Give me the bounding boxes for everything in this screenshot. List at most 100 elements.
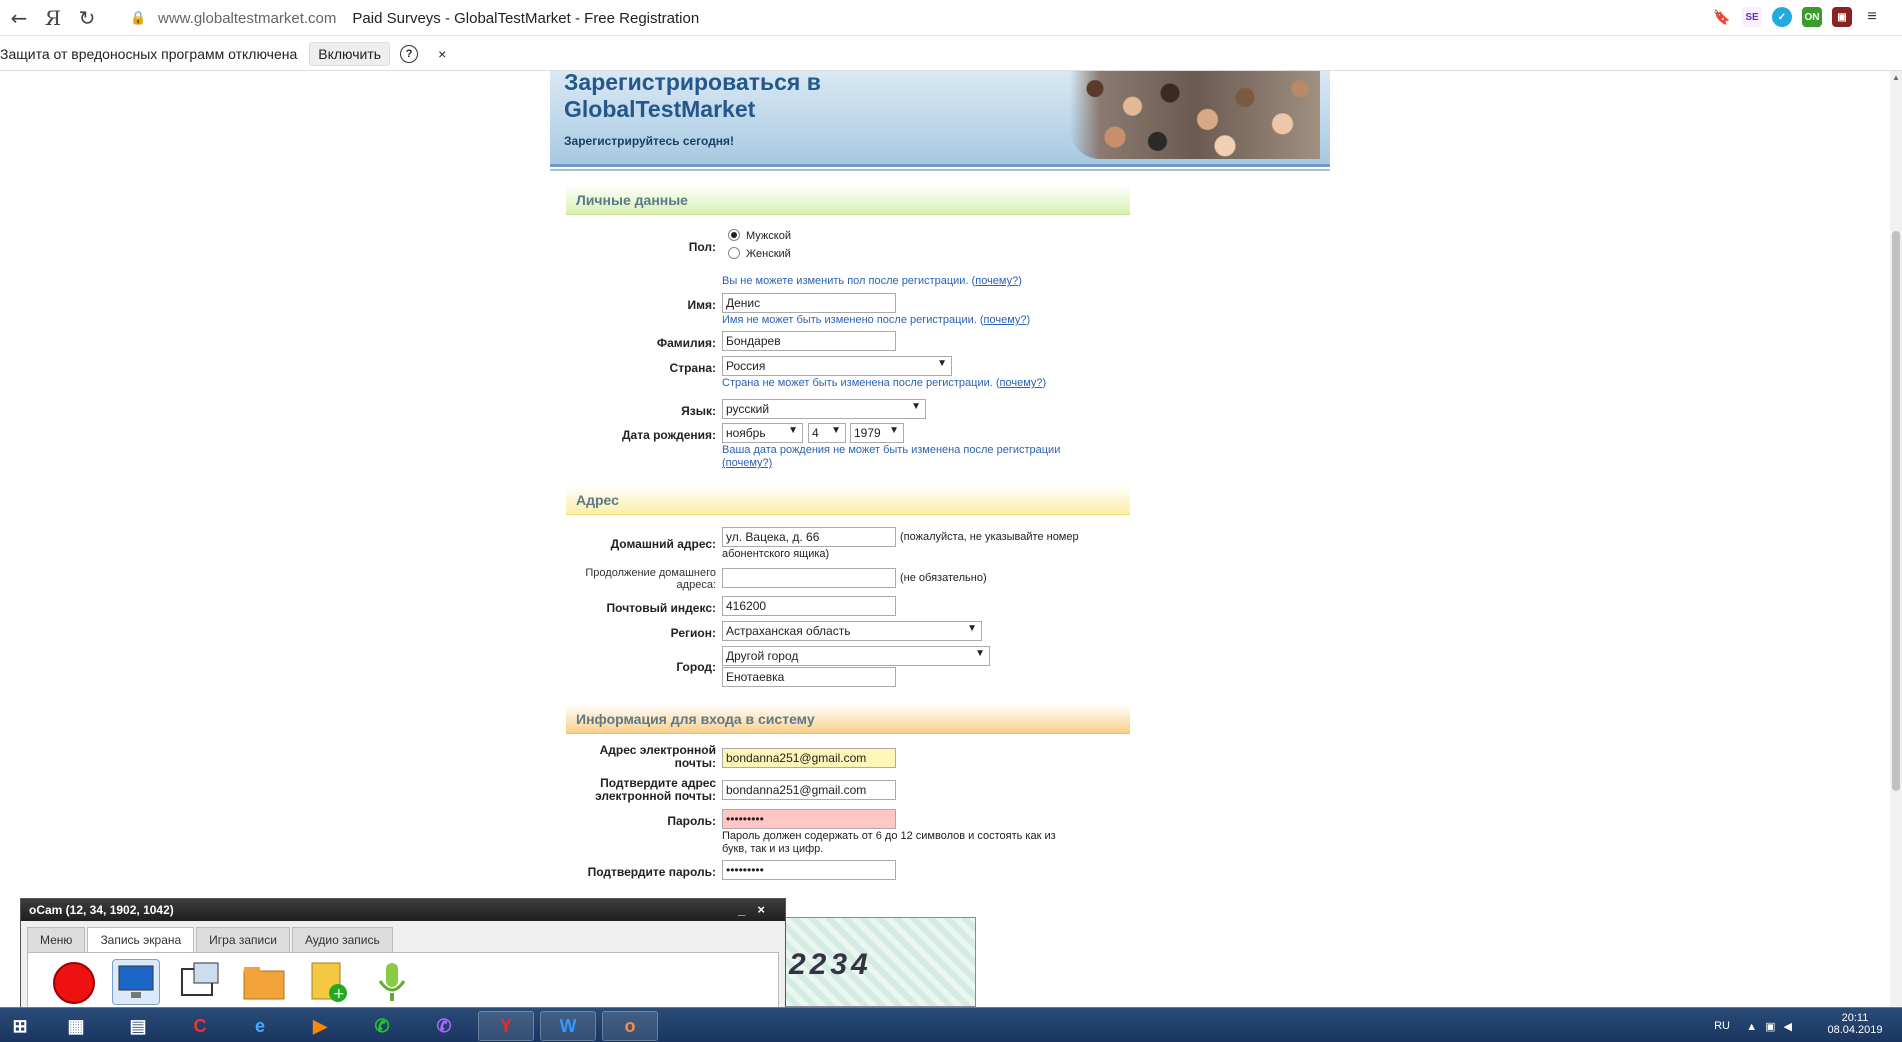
- last-name-input[interactable]: Бондарев: [722, 331, 896, 351]
- gender-male-radio[interactable]: [728, 229, 740, 241]
- dob-note: Ваша дата рождения не может быть изменен…: [722, 444, 1061, 456]
- yandex-logo-icon[interactable]: Я: [38, 3, 68, 33]
- clock-time: 20:11: [1841, 1012, 1869, 1024]
- address-line2-input[interactable]: [722, 568, 896, 588]
- password-note-2: букв, так и из цифр.: [722, 843, 824, 855]
- ocam-tabs: Меню Запись экрана Игра записи Аудио зап…: [27, 927, 395, 953]
- start-button-icon[interactable]: ⊞: [0, 1011, 40, 1041]
- chevron-down-icon: ▼: [911, 401, 921, 412]
- word-icon[interactable]: W: [540, 1011, 596, 1041]
- shield-extension-icon[interactable]: ▣: [1832, 7, 1852, 27]
- zip-input[interactable]: 416200: [722, 596, 896, 616]
- resize-icon[interactable]: [176, 959, 224, 1005]
- whatsapp-icon[interactable]: ✆: [354, 1011, 410, 1041]
- svg-text:+: +: [333, 986, 345, 1002]
- address-bar[interactable]: 🔒 www.globaltestmarket.com Paid Surveys …: [130, 4, 1710, 32]
- codec-add-icon[interactable]: +: [304, 959, 352, 1005]
- enable-protection-button[interactable]: Включить: [309, 41, 391, 66]
- media-player-icon[interactable]: ▶: [292, 1011, 348, 1041]
- dob-why-link-text[interactable]: (почему?): [722, 457, 772, 469]
- home-address-input[interactable]: ул. Вацека, д. 66: [722, 527, 896, 547]
- gender-why-link[interactable]: почему?: [975, 275, 1018, 287]
- ocam-tab-audio-record[interactable]: Аудио запись: [291, 927, 393, 953]
- ocam-tab-menu[interactable]: Меню: [27, 927, 86, 953]
- confirm-email-input[interactable]: bondanna251@gmail.com: [722, 780, 896, 800]
- tray-icons[interactable]: ▲▣◀: [1746, 1020, 1800, 1033]
- viber-icon[interactable]: ✆: [416, 1011, 472, 1041]
- home-address-note-1: (пожалуйста, не указывайте номер: [900, 531, 1079, 543]
- dob-year-select[interactable]: 1979 ▼: [850, 423, 904, 443]
- home-address-label: Домашний адрес:: [610, 537, 716, 551]
- scroll-up-icon[interactable]: ▲: [1892, 73, 1900, 82]
- crowd-photo: [1070, 71, 1320, 159]
- first-name-why-link[interactable]: почему?: [984, 314, 1027, 326]
- language-select[interactable]: русский ▼: [722, 399, 926, 419]
- language-value: русский: [726, 402, 770, 416]
- email-label: Адрес электронной почты:: [566, 744, 716, 770]
- gender-female-radio[interactable]: [728, 247, 740, 259]
- city-select[interactable]: Другой город ▼: [722, 646, 990, 666]
- password-input[interactable]: •••••••••: [722, 809, 896, 829]
- country-label: Страна:: [669, 361, 716, 375]
- browser-toolbar: ← Я ↻ 🔒 www.globaltestmarket.com Paid Su…: [0, 0, 1902, 36]
- email-input[interactable]: bondanna251@gmail.com: [722, 748, 896, 768]
- dob-month-select[interactable]: ноябрь ▼: [722, 423, 803, 443]
- yandex-browser-icon[interactable]: Y: [478, 1011, 534, 1041]
- captcha-text: 2234: [789, 948, 872, 981]
- ocam-tab-screen-record[interactable]: Запись экрана: [87, 927, 195, 953]
- calculator-icon[interactable]: ▦: [48, 1011, 104, 1041]
- ocam-title: oCam (12, 34, 1902, 1042): [29, 903, 174, 917]
- bookmark-icon[interactable]: 🔖: [1712, 7, 1732, 27]
- microphone-icon[interactable]: [368, 959, 416, 1005]
- screen: ← Я ↻ 🔒 www.globaltestmarket.com Paid Su…: [0, 0, 1902, 1042]
- close-infobar-icon[interactable]: ×: [438, 46, 446, 62]
- gender-female-label[interactable]: Женский: [746, 248, 791, 260]
- help-icon[interactable]: ?: [400, 44, 419, 63]
- reload-button[interactable]: ↻: [72, 3, 102, 33]
- menu-icon[interactable]: ≡: [1862, 7, 1882, 27]
- confirm-password-input[interactable]: •••••••••: [722, 860, 896, 880]
- city-input[interactable]: Енотаевка: [722, 667, 896, 687]
- registration-banner: Зарегистрироваться в GlobalTestMarket За…: [550, 71, 1330, 167]
- explorer-folder-icon[interactable]: ▤: [110, 1011, 166, 1041]
- ocam-tab-game-record[interactable]: Игра записи: [196, 927, 290, 953]
- extensions-area: 🔖 SE ✓ ON ▣ ≡: [1712, 7, 1882, 27]
- ocam-titlebar[interactable]: oCam (12, 34, 1902, 1042) _×: [21, 899, 785, 921]
- country-why-link[interactable]: почему?: [1000, 377, 1043, 389]
- gender-note: Вы не можете изменить пол после регистра…: [722, 275, 1022, 287]
- password-label: Пароль:: [667, 814, 716, 828]
- first-name-note-text: Имя не может быть изменено после регистр…: [722, 314, 984, 326]
- record-icon[interactable]: [50, 959, 98, 1005]
- chevron-down-icon: ▼: [889, 425, 899, 436]
- clock-date: 08.04.2019: [1827, 1024, 1883, 1036]
- dob-month-value: ноябрь: [726, 426, 766, 440]
- confirm-email-label-1: Подтвердите адрес: [600, 776, 716, 790]
- city-select-value: Другой город: [726, 649, 799, 663]
- country-select[interactable]: Россия ▼: [722, 356, 952, 376]
- first-name-input[interactable]: Денис: [722, 293, 896, 313]
- tray-language[interactable]: RU: [1714, 1020, 1730, 1032]
- ocam-window-controls[interactable]: _×: [738, 902, 777, 917]
- page-scrollbar[interactable]: ▲: [1890, 71, 1902, 1007]
- back-button[interactable]: ←: [4, 3, 34, 33]
- gender-note-paren: ): [1018, 275, 1022, 287]
- folder-icon[interactable]: [240, 959, 288, 1005]
- password-note-1: Пароль должен содержать от 6 до 12 симво…: [722, 830, 1056, 842]
- chevron-down-icon: ▼: [975, 648, 985, 659]
- web-page: Зарегистрироваться в GlobalTestMarket За…: [0, 71, 1902, 1007]
- banner-divider: [550, 169, 1330, 171]
- scroll-thumb[interactable]: [1892, 231, 1900, 791]
- ccleaner-icon[interactable]: C: [172, 1011, 228, 1041]
- clock[interactable]: 20:11 08.04.2019: [1820, 1012, 1890, 1036]
- dob-day-select[interactable]: 4 ▼: [808, 423, 846, 443]
- ocam-taskbar-icon[interactable]: o: [602, 1011, 658, 1041]
- on-extension-icon[interactable]: ON: [1802, 7, 1822, 27]
- se-extension-icon[interactable]: SE: [1742, 7, 1762, 27]
- gender-male-label[interactable]: Мужской: [746, 230, 791, 242]
- first-name-label: Имя:: [687, 298, 717, 312]
- check-extension-icon[interactable]: ✓: [1772, 7, 1792, 27]
- internet-explorer-icon[interactable]: e: [232, 1011, 288, 1041]
- dob-why-link[interactable]: (почему?): [722, 457, 772, 469]
- screen-capture-icon[interactable]: [112, 959, 160, 1005]
- region-select[interactable]: Астраханская область ▼: [722, 621, 982, 641]
